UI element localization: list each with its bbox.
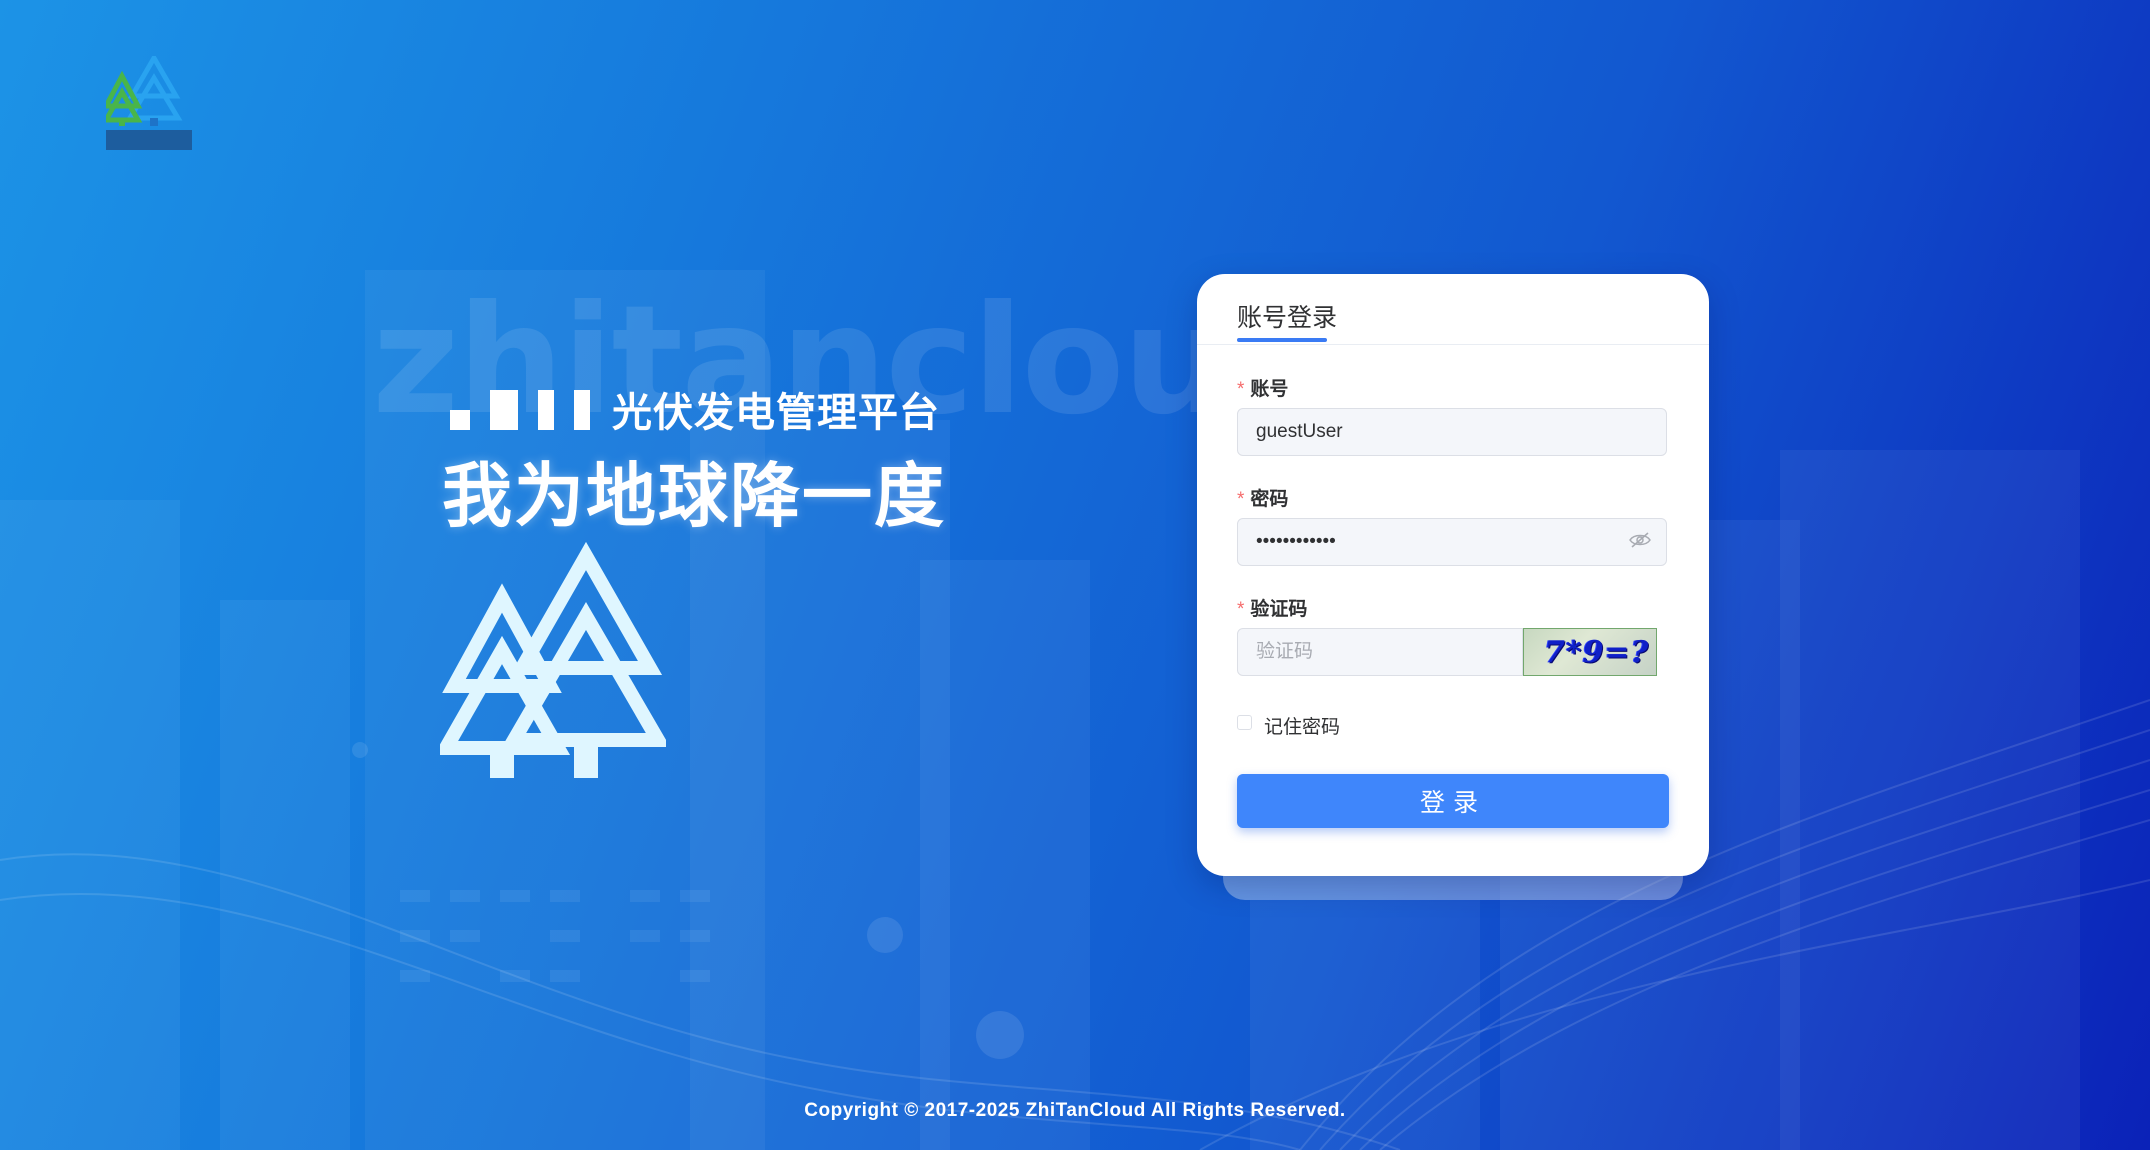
slogan: 我为地球降一度 <box>442 457 946 535</box>
login-button[interactable]: 登录 <box>1237 774 1669 828</box>
captcha-label: * 验证码 <box>1237 599 1308 620</box>
password-label: * 密码 <box>1237 489 1289 510</box>
login-tabs: 账号登录 <box>1197 274 1709 345</box>
required-star: * <box>1237 379 1245 400</box>
required-star: * <box>1237 599 1245 620</box>
tab-account-login[interactable]: 账号登录 <box>1237 298 1337 334</box>
captcha-image[interactable]: 7*9=? <box>1523 628 1657 676</box>
trees-icon <box>440 541 666 778</box>
zhitan-tree-logo <box>106 56 192 150</box>
remember-label: 记住密码 <box>1264 717 1341 738</box>
brand-hero: zhitancloud 光伏发电管理平台 我为地球降一度 <box>370 270 1335 790</box>
login-card: 账号登录 *账号 *密码 *验证码 7*9=? 记住密码 登录 <box>1197 274 1709 876</box>
platform-name: 光伏发电管理平台 <box>612 391 940 435</box>
account-input[interactable] <box>1237 408 1667 456</box>
bars-decoration <box>450 390 590 430</box>
captcha-text: 7*9=? <box>1544 635 1650 670</box>
account-label: * 账号 <box>1237 379 1289 400</box>
remember-checkbox[interactable] <box>1237 715 1252 730</box>
required-star: * <box>1237 489 1245 510</box>
captcha-input[interactable] <box>1237 628 1523 676</box>
copyright: Copyright © 2017-2025 ZhiTanCloud All Ri… <box>804 1100 1346 1121</box>
tab-active-indicator <box>1237 338 1327 342</box>
eye-off-icon[interactable] <box>1629 532 1651 548</box>
password-input[interactable] <box>1237 518 1667 566</box>
